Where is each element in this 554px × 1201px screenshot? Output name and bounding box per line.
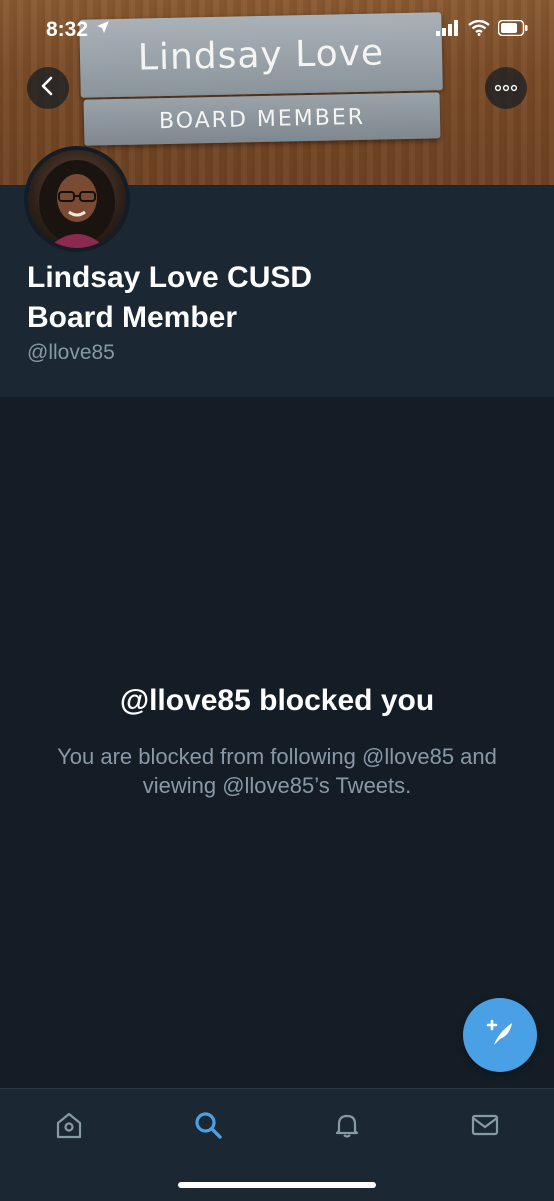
display-name-line2: Board Member	[27, 301, 238, 334]
display-name-line1: Lindsay Love CUSD	[27, 261, 313, 294]
home-indicator[interactable]	[178, 1182, 376, 1188]
compose-tweet-button[interactable]	[463, 998, 537, 1072]
blocked-description: You are blocked from following @llove85 …	[57, 744, 497, 798]
more-options-button[interactable]	[485, 67, 527, 109]
status-time: 8:32	[46, 18, 89, 41]
tab-notifications[interactable]	[327, 1107, 367, 1147]
search-icon	[193, 1110, 223, 1145]
banner-titleplate: BOARD MEMBER	[83, 92, 441, 146]
home-icon	[54, 1110, 84, 1145]
chevron-left-icon	[40, 76, 56, 101]
wifi-icon	[468, 19, 490, 41]
status-bar: 8:32	[0, 0, 554, 60]
location-arrow-icon	[96, 20, 110, 39]
status-indicators	[436, 19, 528, 41]
tab-search[interactable]	[188, 1107, 228, 1147]
tab-home[interactable]	[49, 1107, 89, 1147]
battery-icon	[497, 19, 528, 41]
bell-icon	[332, 1110, 362, 1145]
profile-handle: @llove85	[27, 341, 115, 364]
blocked-title: @llove85 blocked you	[119, 684, 435, 717]
profile-display-name: Lindsay Love CUSD Board Member	[27, 258, 447, 338]
back-button[interactable]	[27, 67, 69, 109]
more-dots-icon	[494, 79, 518, 97]
avatar[interactable]	[24, 146, 130, 252]
avatar-portrait	[39, 160, 115, 248]
envelope-icon	[470, 1110, 500, 1145]
cellular-signal-icon	[436, 20, 460, 41]
banner-plate-title: BOARD MEMBER	[158, 104, 366, 134]
compose-feather-icon	[482, 1015, 518, 1056]
tab-messages[interactable]	[465, 1107, 505, 1147]
